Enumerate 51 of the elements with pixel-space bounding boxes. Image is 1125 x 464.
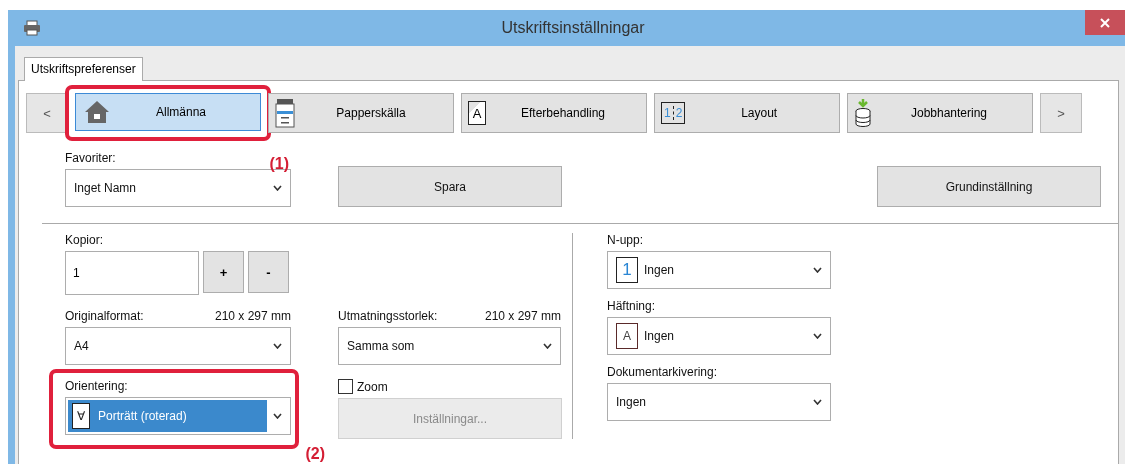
close-button[interactable] xyxy=(1085,10,1125,35)
category-button[interactable]: 1 2 Layout xyxy=(654,93,840,133)
window-title: Utskriftsinställningar xyxy=(500,19,646,37)
size-reading: 210 x 297 mm xyxy=(484,309,561,323)
save-button[interactable]: Spara xyxy=(338,166,562,207)
stack-icon xyxy=(854,98,872,128)
chevron-icon xyxy=(273,343,282,349)
chevron-icon xyxy=(543,343,552,349)
field-label: N-upp: xyxy=(607,233,644,247)
dropdown[interactable]: ∀ Porträtt (roterad) xyxy=(65,397,291,435)
previous-button[interactable]: < xyxy=(26,93,68,133)
page-icon: A xyxy=(468,101,486,125)
field-label: Originalformat: xyxy=(65,309,144,323)
page-letter-icon: A xyxy=(616,323,638,349)
tab[interactable]: Utskriftspreferenser xyxy=(24,57,143,81)
defaults-button[interactable]: Grundinställning xyxy=(877,166,1101,207)
category-button[interactable]: Jobbhantering xyxy=(847,93,1033,133)
copier-icon xyxy=(275,98,295,128)
chevron-icon xyxy=(273,413,282,419)
field-label: Dokumentarkivering: xyxy=(607,365,718,379)
increment-button[interactable]: + xyxy=(203,251,244,293)
category-button[interactable]: A Efterbehandling xyxy=(461,93,647,133)
orientation-icon: ∀ xyxy=(72,403,90,429)
chevron-icon xyxy=(813,399,822,405)
two-page-icon: 1 2 xyxy=(661,102,686,124)
house-icon xyxy=(84,100,110,124)
chevron-icon xyxy=(273,185,282,191)
chevron-icon xyxy=(813,267,822,273)
field-label: Kopior: xyxy=(65,233,104,247)
checkbox-label: Zoom xyxy=(357,379,388,394)
dropdown[interactable]: Samma som xyxy=(338,327,561,365)
category-button[interactable]: Papperskälla xyxy=(268,93,454,133)
dropdown[interactable]: 1 Ingen xyxy=(607,251,831,289)
next-button[interactable]: > xyxy=(1040,93,1082,133)
decrement-button[interactable]: - xyxy=(248,251,289,293)
selected-option: ∀ Porträtt (roterad) xyxy=(68,400,267,432)
field-label: Häftning: xyxy=(607,299,656,313)
category-button[interactable]: Allmänna xyxy=(75,93,261,131)
callout-number: (2) xyxy=(305,445,325,463)
field-label: Favoriter: xyxy=(65,151,116,165)
dropdown[interactable]: Ingen xyxy=(607,383,831,421)
field-label: Utmatningsstorlek: xyxy=(338,309,438,323)
field-label: Orientering: xyxy=(65,379,128,393)
dropdown[interactable]: A4 xyxy=(65,327,291,365)
chevron-icon xyxy=(813,333,822,339)
copies-field[interactable]: 1 xyxy=(65,251,199,295)
close-icon xyxy=(1099,16,1111,29)
page-number-icon: 1 xyxy=(616,257,638,283)
printer-icon xyxy=(23,20,41,36)
dropdown[interactable]: A Ingen xyxy=(607,317,831,355)
size-reading: 210 x 297 mm xyxy=(214,309,291,323)
